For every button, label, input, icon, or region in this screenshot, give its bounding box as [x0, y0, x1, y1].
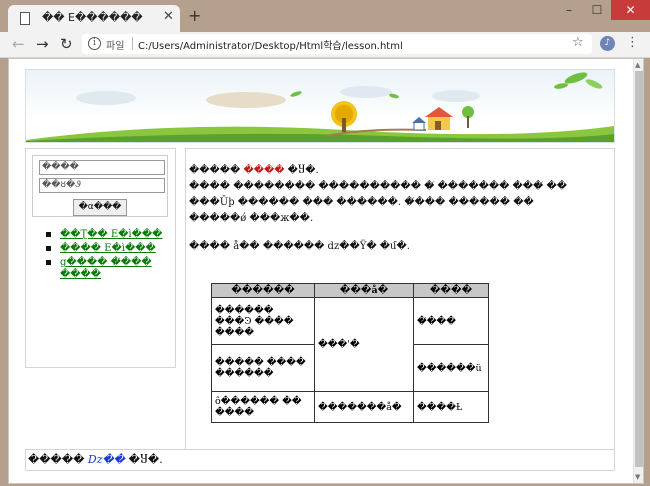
page-viewport: ���� ��ȣ�Ꮽ �α��� ��Ʈ�� Ε�ì��� ���� Ε�ì��… [8, 58, 644, 484]
list-item: ���� Ε�ì��� [44, 243, 169, 255]
table-cell: ������ ���Ͽ ���� ���� [211, 297, 315, 345]
intro-text: ����� [189, 165, 241, 176]
body-line: ���Ūþ ������ ��� ������. �̸��� ������ �� [189, 197, 534, 208]
address-bar[interactable]: i 파일 C:/Users/Administrator/Desktop/Html… [82, 34, 592, 54]
url-text[interactable]: C:/Users/Administrator/Desktop/Html학습/le… [138, 37, 403, 52]
vertical-scrollbar[interactable]: ▲ ▼ [633, 59, 643, 483]
scroll-up-icon[interactable]: ▲ [635, 61, 640, 69]
login-form: ���� ��ȣ�Ꮽ �α��� [32, 155, 168, 217]
scroll-thumb[interactable] [635, 71, 643, 467]
sidebar-link[interactable]: g���� �̸��� ���� [60, 257, 152, 280]
table-row: ô������ �� ���� �������å� ����Ƚ [211, 391, 489, 423]
back-arrow-icon[interactable]: ← [12, 35, 25, 53]
page-icon [20, 12, 30, 25]
info-table: ������ ���å� ���� ������ ���Ͽ ���� ���� … [211, 283, 489, 423]
browser-toolbar: ← → ↻ i 파일 C:/Users/Administrator/Deskto… [0, 32, 650, 58]
kebab-menu-icon[interactable]: ⋮ [626, 35, 639, 50]
sidebar-menu: ��Ʈ�� Ε�ì��� ���� Ε�ì��� g���� �̸��� ���… [44, 229, 169, 283]
table-cell: ���'� [314, 297, 414, 392]
page-footer: ����� Dz�� �Ⴘ�. [25, 449, 615, 471]
table-cell: ô������ �� ���� [211, 391, 315, 423]
intro-text-end: �Ⴘ�. [287, 165, 319, 176]
intro-line: ����� ���� �Ⴘ�. [189, 163, 319, 179]
scheme-label: 파일 [106, 41, 125, 52]
tab-lesson[interactable]: �� Ε������ ✕ [8, 5, 180, 32]
reload-icon[interactable]: ↻ [60, 35, 73, 53]
table-row: ������ ���Ͽ ���� ���� ���'� �̸��� [211, 297, 489, 392]
extension-icon[interactable]: ♪ [600, 36, 615, 51]
new-tab-icon[interactable]: + [188, 6, 201, 25]
footer-italic-text: Dz�� [87, 453, 126, 466]
main-content: ����� ���� �Ⴘ�. ���� �������� ����������… [185, 148, 615, 450]
forward-arrow-icon[interactable]: → [36, 35, 49, 53]
password-input[interactable]: ��ȣ�Ꮽ [39, 178, 165, 193]
list-item: g���� �̸��� ���� [44, 257, 169, 281]
star-icon[interactable]: ☆ [572, 35, 584, 50]
tab-close-icon[interactable]: ✕ [163, 9, 174, 24]
login-button[interactable]: �α��� [73, 199, 127, 216]
table-header-row: ������ ���å� ���� [211, 283, 489, 298]
tab-title: �� Ε������ [42, 11, 143, 24]
maximize-icon[interactable]: ☐ [583, 0, 611, 20]
highlight-text: ���� [243, 165, 285, 176]
table-cell: �������å� [314, 391, 414, 423]
table-cell: ����� ���� ������ [211, 344, 315, 392]
body-line: �����ǿ ���ж��. [189, 213, 314, 224]
body-line: ���� å�� ������ dz��Ÿ� �մ�. [189, 241, 410, 252]
list-item: ��Ʈ�� Ε�ì��� [44, 229, 169, 241]
footer-text: ����� Dz�� �Ⴘ�. [28, 453, 163, 466]
minimize-icon[interactable]: – [555, 0, 583, 20]
table-header: ���å� [314, 283, 414, 298]
close-window-icon[interactable]: ✕ [611, 0, 650, 20]
scroll-down-icon[interactable]: ▼ [635, 473, 640, 481]
sidebar-link[interactable]: ��Ʈ�� Ε�ì��� [60, 229, 162, 240]
sidebar-link[interactable]: ���� Ε�ì��� [60, 243, 156, 254]
footer-text-end: �Ⴘ�. [128, 453, 163, 466]
address-separator [132, 37, 133, 50]
table-header: ������ [211, 283, 315, 298]
landscape-illustration [26, 72, 614, 142]
table-cell: �̸��� [413, 297, 489, 345]
lesson-page: ���� ��ȣ�Ꮽ �α��� ��Ʈ�� Ε�ì��� ���� Ε�ì��… [25, 69, 615, 473]
id-input[interactable]: ���� [39, 160, 165, 175]
footer-text-start: ����� [28, 453, 85, 466]
browser-window: �� Ε������ ✕ + – ☐ ✕ ← → ↻ i 파일 C:/Users… [0, 0, 650, 486]
tab-strip: �� Ε������ ✕ + – ☐ ✕ [0, 0, 650, 32]
table-cell: ������ü [413, 344, 489, 392]
banner-image [25, 69, 615, 143]
body-line: ���� �������� ���������� �̸ ������� ���̸… [189, 181, 567, 192]
info-icon[interactable]: i [88, 37, 101, 50]
sidebar: ���� ��ȣ�Ꮽ �α��� ��Ʈ�� Ε�ì��� ���� Ε�ì��… [25, 148, 176, 368]
table-header: ���� [413, 283, 489, 298]
table-cell: ����Ƚ [413, 391, 489, 423]
